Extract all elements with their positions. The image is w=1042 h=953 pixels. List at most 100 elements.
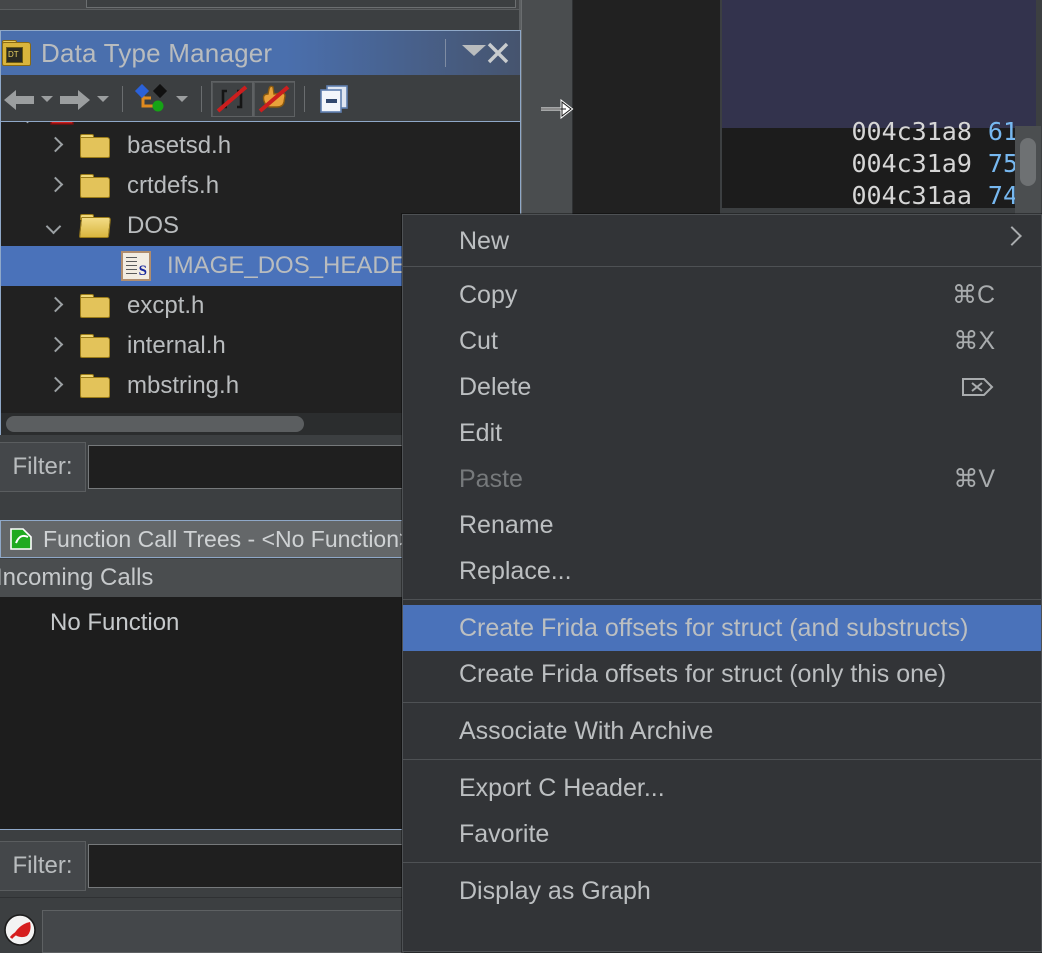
close-icon[interactable] (476, 31, 520, 75)
tree-horizontal-scrollbar-thumb[interactable] (6, 416, 304, 432)
menu-item-label: New (459, 226, 510, 255)
menu-item-label: Associate With Archive (459, 716, 714, 745)
chevron-right-icon[interactable] (45, 336, 65, 356)
menu-item-paste: Paste ⌘V (403, 456, 1041, 502)
tree-row-crtdefs-h[interactable]: crtdefs.h (1, 166, 520, 206)
function-call-trees-title: Function Call Trees - <No Function> (43, 525, 413, 552)
chevron-down-icon[interactable] (45, 216, 65, 236)
tab-label: Incoming Calls (0, 564, 154, 591)
tree-row-basetsd-h[interactable]: basetsd.h (1, 126, 520, 166)
tree-row-label: basetsd.h (127, 132, 232, 159)
hex-address: 004c31aa (851, 181, 972, 210)
folder-icon (79, 293, 111, 319)
menu-separator (403, 599, 1041, 600)
no-function-label: No Function (50, 609, 180, 636)
tree-row-label: mbstring.h (127, 372, 240, 399)
delete-key-icon (961, 364, 995, 410)
resize-right-arrow-cursor (541, 98, 574, 120)
hex-address: 004c31a9 (851, 149, 972, 178)
menu-item-favorite[interactable]: Favorite (403, 811, 1041, 857)
menu-item-replace[interactable]: Replace... (403, 548, 1041, 594)
hex-listing-panel[interactable]: 004c31a8 61 004c31a9 75 004c31aa 74 004c… (722, 0, 1042, 239)
menu-item-label: Create Frida offsets for struct (and sub… (459, 613, 969, 642)
filter-label: Filter: (0, 442, 86, 492)
menu-item-associate-with-archive[interactable]: Associate With Archive (403, 708, 1041, 754)
disable-pointer-filter-icon[interactable] (253, 80, 295, 117)
menu-item-label: Replace... (459, 556, 572, 585)
tree-row-label: internal.h (127, 332, 226, 359)
menu-item-delete[interactable]: Delete (403, 364, 1041, 410)
hex-row[interactable]: 004c31a8 61 (722, 115, 1042, 148)
collapse-all-icon[interactable] (314, 82, 354, 116)
function-call-trees-icon (7, 526, 35, 552)
menu-item-export-c-header[interactable]: Export C Header... (403, 765, 1041, 811)
tree-vertical-scrollbar-thumb[interactable] (1020, 138, 1036, 186)
toolbar-divider (304, 85, 305, 112)
app-root: 004c31a8 61 004c31a9 75 004c31aa 74 004c… (0, 0, 1042, 953)
menu-item-rename[interactable]: Rename (403, 502, 1041, 548)
menu-item-new[interactable]: New (403, 215, 1041, 261)
back-history-chevron-down-icon[interactable] (37, 85, 57, 113)
toolbar-divider (201, 85, 202, 112)
data-type-graph-icon[interactable] (132, 82, 172, 116)
menu-item-label: Paste (459, 464, 523, 493)
function-call-trees-titlebar[interactable]: Function Call Trees - <No Function> (0, 520, 412, 558)
menu-item-label: Delete (459, 372, 532, 401)
hex-value: 74 (987, 181, 1018, 210)
toolbar-divider (122, 85, 123, 112)
menu-item-label: Cut (459, 326, 498, 355)
menu-item-copy[interactable]: Copy ⌘C (403, 272, 1041, 318)
menu-item-accelerator: ⌘C (951, 281, 995, 309)
back-arrow-icon[interactable] (1, 85, 37, 113)
chevron-right-icon[interactable] (45, 176, 65, 196)
disable-array-filter-icon[interactable] (211, 80, 253, 117)
titlebar-divider (445, 39, 446, 67)
menu-separator (403, 759, 1041, 760)
data-type-manager-toolbar (1, 76, 520, 121)
menu-item-accelerator: ⌘V (953, 465, 995, 493)
function-call-trees-panel: Function Call Trees - <No Function> Inco… (0, 500, 412, 830)
folder-open-icon (78, 213, 112, 239)
filter-input[interactable] (88, 844, 404, 888)
folder-icon (79, 373, 111, 399)
menu-item-create-frida-offsets-only-this-one[interactable]: Create Frida offsets for struct (only th… (403, 651, 1041, 697)
folder-icon (79, 333, 111, 359)
hex-highlight-band (722, 0, 1042, 128)
menu-separator (403, 862, 1041, 863)
context-menu[interactable]: New Copy ⌘C Cut ⌘X Delete Edit Paste ⌘V … (402, 214, 1042, 952)
data-type-manager-folder-icon (1, 40, 31, 66)
data-type-manager-titlebar[interactable]: Data Type Manager (1, 31, 520, 75)
menu-item-create-frida-offsets-and-substructs[interactable]: Create Frida offsets for struct (and sub… (403, 605, 1041, 651)
forward-history-chevron-down-icon[interactable] (93, 85, 113, 113)
tab-incoming-calls[interactable]: Incoming Calls (0, 559, 404, 598)
menu-item-edit[interactable]: Edit (403, 410, 1041, 456)
ghidra-dragon-icon[interactable] (4, 914, 36, 946)
filter-label: Filter: (0, 841, 86, 891)
tree-row-label: excpt.h (127, 292, 205, 319)
menu-item-accelerator: ⌘X (953, 327, 995, 355)
status-field[interactable] (42, 910, 404, 953)
structure-icon: S (121, 251, 151, 281)
forward-arrow-icon[interactable] (57, 85, 93, 113)
chevron-right-icon[interactable] (45, 136, 65, 156)
hex-value: 61 (987, 117, 1018, 146)
menu-item-display-as-graph[interactable]: Display as Graph (403, 868, 1041, 914)
menu-item-label: Rename (459, 510, 554, 539)
tree-row-label: crtdefs.h (127, 172, 220, 199)
chevron-right-icon[interactable] (45, 296, 65, 316)
hex-row[interactable]: 004c31a9 75 (722, 147, 1042, 180)
menu-item-label: Favorite (459, 819, 550, 848)
executable-icon (49, 122, 83, 125)
function-call-trees-filter-row: Filter: (0, 836, 404, 894)
menu-item-label: Create Frida offsets for struct (only th… (459, 659, 947, 688)
menu-separator (403, 702, 1041, 703)
function-call-trees-body[interactable]: No Function (0, 597, 404, 830)
menu-item-cut[interactable]: Cut ⌘X (403, 318, 1041, 364)
folder-icon (79, 133, 111, 159)
folder-icon (79, 173, 111, 199)
menu-separator (403, 266, 1041, 267)
chevron-right-icon[interactable] (45, 376, 65, 396)
hex-address: 004c31a8 (851, 117, 972, 146)
data-type-graph-chevron-down-icon[interactable] (172, 85, 192, 113)
status-bar (0, 897, 404, 953)
